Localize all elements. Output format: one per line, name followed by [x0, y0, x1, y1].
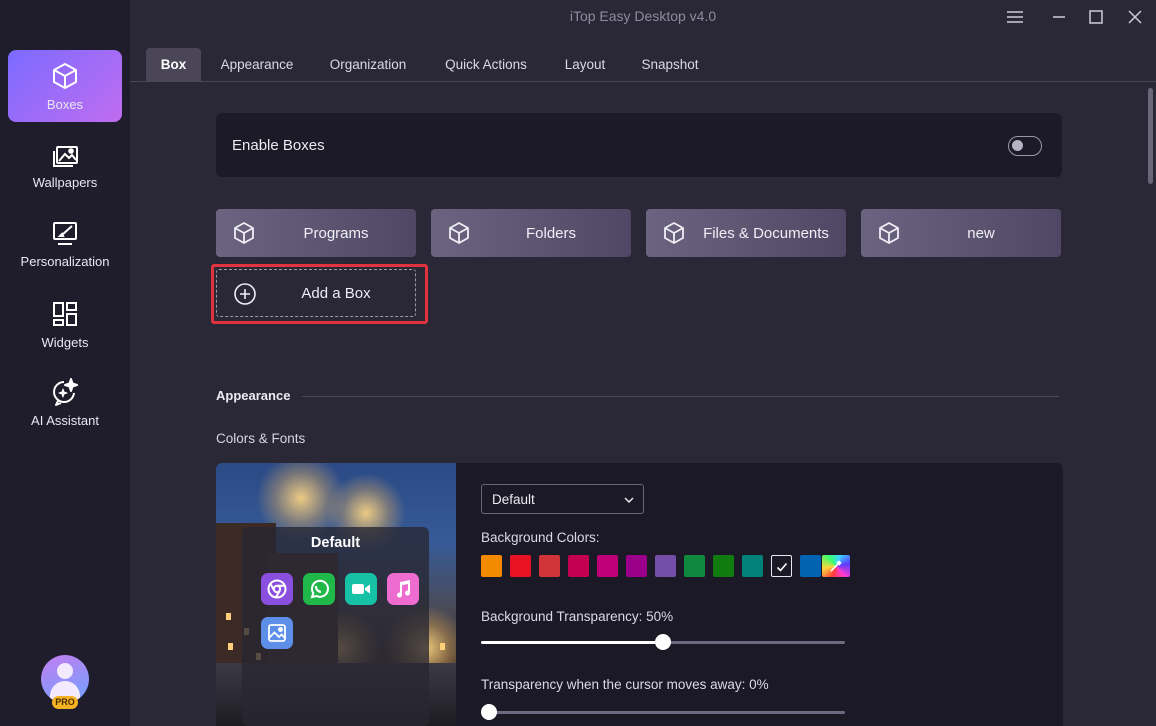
cursor-transparency-slider-track[interactable] — [481, 711, 845, 714]
title-bar: iTop Easy Desktop v4.0 — [130, 0, 1156, 34]
toggle-knob — [1012, 140, 1023, 151]
hamburger-menu-icon — [1007, 11, 1023, 23]
minimize-button[interactable] — [1048, 6, 1070, 28]
transparency-slider-fill — [481, 641, 663, 644]
theme-select[interactable]: Default — [481, 484, 644, 514]
chrome-app — [261, 573, 293, 605]
sidebar-item-label: Boxes — [46, 96, 84, 112]
plus-circle-icon — [234, 283, 256, 305]
pro-badge: PRO — [52, 696, 78, 709]
color-swatch-blue[interactable] — [800, 555, 821, 577]
maximize-button[interactable] — [1085, 6, 1107, 28]
music-icon — [397, 580, 411, 598]
tab-organization[interactable]: Organization — [318, 48, 418, 81]
color-swatch-teal[interactable] — [742, 555, 763, 577]
tab-appearance[interactable]: Appearance — [211, 48, 303, 81]
close-button[interactable] — [1124, 6, 1146, 28]
color-swatch-green[interactable] — [684, 555, 705, 577]
color-swatch-purple[interactable] — [626, 555, 647, 577]
sidebar-item-label: Wallpapers — [32, 174, 98, 190]
chrome-icon — [267, 579, 287, 599]
box-new[interactable]: new — [861, 209, 1061, 257]
chevron-down-icon — [624, 497, 634, 504]
transparency-label: Background Transparency: 50% — [481, 609, 674, 624]
sidebar-item-personalization[interactable]: Personalization — [8, 207, 122, 279]
color-swatch-brick[interactable] — [539, 555, 560, 577]
background-colors-label: Background Colors: — [481, 530, 600, 545]
color-swatch-dark-green[interactable] — [713, 555, 734, 577]
facetime-app — [345, 573, 377, 605]
theme-select-value: Default — [492, 492, 535, 507]
color-swatch-magenta[interactable] — [597, 555, 618, 577]
music-app — [387, 573, 419, 605]
maximize-icon — [1089, 10, 1103, 24]
image-stack-icon — [53, 145, 78, 167]
tab-bar: Box Appearance Organization Quick Action… — [130, 48, 1156, 82]
cube-icon — [234, 222, 254, 244]
avatar-head — [57, 663, 73, 679]
box-label: new — [967, 224, 995, 242]
color-swatch-violet[interactable] — [655, 555, 676, 577]
photos-icon — [268, 624, 286, 642]
facetime-icon — [352, 584, 370, 594]
custom-color-picker[interactable] — [822, 555, 850, 577]
app-title: iTop Easy Desktop v4.0 — [569, 8, 717, 24]
ai-sparkle-chat-icon — [53, 377, 78, 406]
box-label: Programs — [303, 224, 369, 242]
sidebar-item-widgets[interactable]: Widgets — [8, 288, 122, 360]
sidebar-item-ai-assistant[interactable]: AI Assistant — [8, 366, 122, 438]
cube-icon — [664, 222, 684, 244]
section-divider — [302, 396, 1059, 397]
sidebar: Boxes Wallpapers Personalization Widgets… — [0, 0, 130, 726]
cursor-transparency-label: Transparency when the cursor moves away:… — [481, 677, 769, 692]
sidebar-item-label: Personalization — [20, 253, 110, 269]
box-programs[interactable]: Programs — [216, 209, 416, 257]
subsection-colors-fonts: Colors & Fonts — [216, 431, 306, 446]
color-swatch-red[interactable] — [510, 555, 531, 577]
preview-box: Default — [242, 527, 429, 726]
whatsapp-app — [303, 573, 335, 605]
cube-icon — [53, 62, 77, 89]
box-folders[interactable]: Folders — [431, 209, 631, 257]
minimize-icon — [1053, 16, 1065, 18]
color-swatch-orange[interactable] — [481, 555, 502, 577]
cursor-transparency-slider-handle[interactable] — [481, 704, 497, 720]
enable-boxes-toggle[interactable] — [1008, 136, 1042, 156]
transparency-slider-handle[interactable] — [655, 634, 671, 650]
tab-snapshot[interactable]: Snapshot — [631, 48, 709, 81]
box-label: Files & Documents — [703, 224, 829, 242]
enable-boxes-card: Enable Boxes — [216, 113, 1062, 177]
color-swatch-selected[interactable] — [771, 555, 792, 577]
cube-icon — [879, 222, 899, 244]
sidebar-item-wallpapers[interactable]: Wallpapers — [8, 128, 122, 200]
color-swatch-crimson[interactable] — [568, 555, 589, 577]
tab-quick-actions[interactable]: Quick Actions — [433, 48, 539, 81]
check-icon — [776, 562, 788, 572]
tab-layout[interactable]: Layout — [554, 48, 616, 81]
box-label: Folders — [525, 224, 577, 242]
scrollbar[interactable] — [1148, 88, 1153, 184]
add-box-button[interactable]: Add a Box — [216, 269, 416, 317]
whatsapp-icon — [310, 579, 329, 599]
close-icon — [1128, 10, 1142, 24]
widgets-grid-icon — [53, 301, 77, 326]
box-files-documents[interactable]: Files & Documents — [646, 209, 846, 257]
paint-monitor-icon — [53, 221, 77, 245]
eyedropper-icon — [830, 560, 842, 572]
photos-app — [261, 617, 293, 649]
sidebar-item-label: Widgets — [41, 334, 89, 350]
section-title-appearance: Appearance — [216, 388, 291, 403]
enable-boxes-label: Enable Boxes — [232, 137, 325, 154]
cube-icon — [449, 222, 469, 244]
tab-box[interactable]: Box — [146, 48, 201, 81]
preview-wallpaper: Default — [216, 463, 456, 726]
preview-box-title: Default — [310, 535, 361, 551]
sidebar-item-label: AI Assistant — [31, 412, 99, 428]
sidebar-item-boxes[interactable]: Boxes — [8, 50, 122, 122]
add-box-label: Add a Box — [301, 285, 371, 302]
menu-button[interactable] — [1004, 6, 1026, 28]
